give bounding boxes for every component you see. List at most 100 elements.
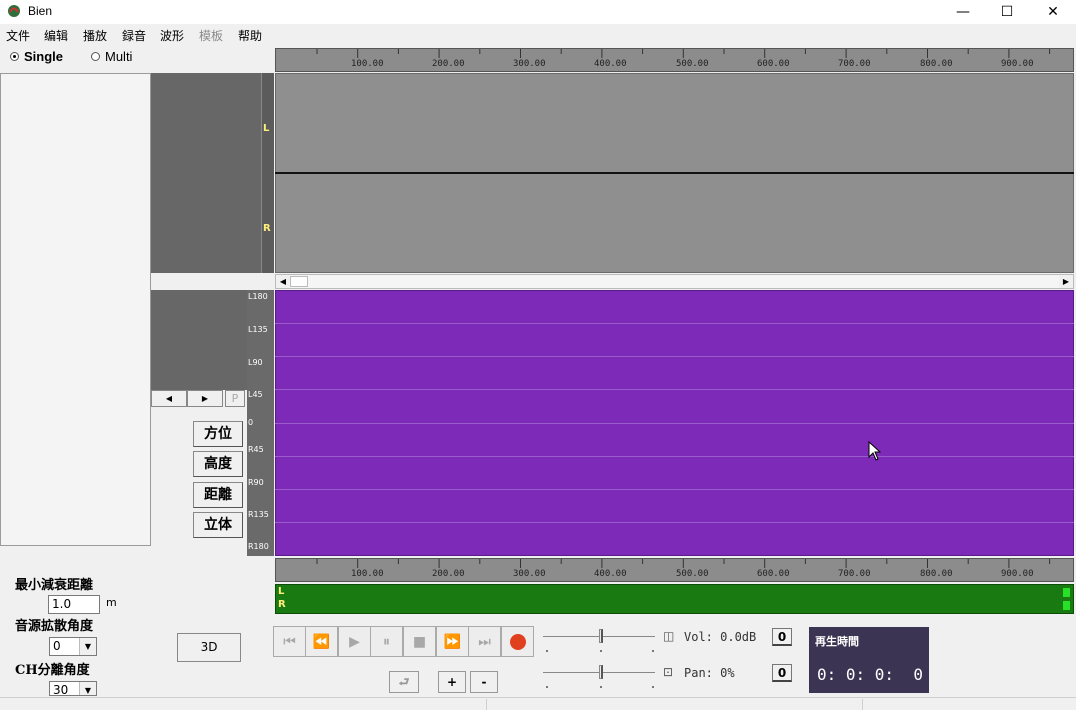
zoom-out-button[interactable]: - (470, 671, 498, 693)
slider-tick (652, 650, 654, 652)
stop-button[interactable]: ■ (403, 626, 436, 657)
record-icon (509, 633, 526, 650)
menu-edit[interactable]: 编辑 (44, 27, 68, 44)
menu-help[interactable]: 帮助 (238, 27, 262, 44)
menu-play[interactable]: 播放 (83, 27, 107, 44)
ruler-tick-label: 200.00 (432, 59, 465, 69)
pan-axis-label: R135 (248, 510, 269, 519)
menu-template[interactable]: 模板 (199, 27, 223, 44)
meter-left-led (1063, 588, 1070, 597)
pan-grid-line (275, 389, 1074, 390)
mode-multi-radio[interactable]: Multi (91, 49, 132, 64)
close-button[interactable]: ✕ (1030, 0, 1076, 24)
slider-tick (600, 650, 602, 652)
ruler-tick-label: 900.00 (1001, 59, 1034, 69)
ruler-tick-label: 400.00 (594, 59, 627, 69)
slider-tick (546, 686, 548, 688)
menu-record[interactable]: 録音 (122, 27, 146, 44)
loop-button[interactable]: ⮐ (389, 671, 419, 693)
spread-angle-label: 音源拡散角度 (15, 619, 94, 634)
pan-axis: L180 L135 L90 L45 0 R45 R90 R135 R180 (247, 290, 274, 556)
play-button[interactable]: ▶ (338, 626, 371, 657)
ruler-tick-label: 600.00 (757, 569, 790, 579)
mode-single-radio[interactable]: Single (10, 49, 63, 64)
ruler-tick-label: 800.00 (920, 59, 953, 69)
chevron-down-icon[interactable]: ▼ (79, 682, 96, 695)
chevron-down-icon[interactable]: ▼ (79, 638, 96, 655)
distance-button[interactable]: 距離 (193, 482, 243, 508)
ch-separation-select[interactable]: 30 ▼ (49, 681, 97, 696)
scroll-right-arrow-icon[interactable]: ▶ (1059, 275, 1073, 288)
time-ruler-top: 100.00 200.00 300.00 400.00 500.00 600.0… (275, 48, 1074, 72)
stereo-button[interactable]: 立体 (193, 512, 243, 538)
menu-file[interactable]: 文件 (6, 27, 30, 44)
pan-axis-label: L90 (248, 358, 263, 367)
pan-grid-line (275, 356, 1074, 357)
playtime-label: 再生時間 (815, 635, 859, 648)
volume-icon: ◫ (663, 629, 675, 643)
waveform-horizontal-scrollbar[interactable]: ◀ ▶ (275, 274, 1074, 289)
pan-grid-line (275, 323, 1074, 324)
pan-slider-knob[interactable] (599, 665, 603, 679)
ruler-tick-label: 200.00 (432, 569, 465, 579)
ruler-tick-label: 400.00 (594, 569, 627, 579)
rewind-button[interactable]: ⏪ (305, 626, 338, 657)
volume-slider-knob[interactable] (599, 629, 603, 643)
skip-start-icon: ⏮ (283, 633, 296, 650)
p-button[interactable]: P (225, 390, 245, 407)
ruler-tick-label: 100.00 (351, 59, 384, 69)
radio-selected-icon (10, 52, 19, 61)
ruler-tick-label: 900.00 (1001, 569, 1034, 579)
ruler-tick-label: 100.00 (351, 569, 384, 579)
ruler-tick-label: 600.00 (757, 59, 790, 69)
go-to-start-button[interactable]: ⏮ (273, 626, 306, 657)
ruler-tick-label: 500.00 (676, 59, 709, 69)
pan-axis-label: R180 (248, 542, 269, 551)
ch-separation-value: 30 (53, 683, 69, 696)
waveform-center-line (275, 172, 1074, 174)
fast-forward-button[interactable]: ⏩ (436, 626, 469, 657)
minimize-button[interactable]: — (940, 0, 986, 24)
pan-axis-label: R45 (248, 445, 264, 454)
prev-arrow-icon[interactable]: ◀ (151, 390, 187, 407)
next-arrow-icon[interactable]: ▶ (187, 390, 223, 407)
zoom-in-button[interactable]: + (438, 671, 466, 693)
rewind-icon: ⏪ (312, 633, 331, 650)
app-icon (8, 5, 20, 17)
volume-reset-button[interactable]: 0 (772, 628, 792, 646)
pause-button[interactable]: ⏸ (370, 626, 403, 657)
azimuth-button[interactable]: 方位 (193, 421, 243, 447)
view-3d-button[interactable]: 3D (177, 633, 241, 662)
pan-axis-label: 0 (248, 418, 254, 427)
record-button[interactable] (501, 626, 534, 657)
min-distance-input[interactable]: 1.0 (48, 595, 100, 614)
maximize-button[interactable]: ☐ (984, 0, 1030, 24)
pan-reset-button[interactable]: 0 (772, 664, 792, 682)
spread-angle-select[interactable]: 0 ▼ (49, 637, 97, 656)
pan-icon: ⊡ (663, 665, 674, 679)
mode-multi-label: Multi (105, 49, 133, 64)
min-distance-unit: m (106, 596, 117, 609)
ruler-ticks (316, 559, 1051, 568)
track-list[interactable] (0, 73, 151, 546)
mode-single-label: Single (24, 49, 64, 64)
window-title: Bien (28, 4, 53, 18)
elevation-button[interactable]: 高度 (193, 451, 243, 477)
meter-left-label: L (278, 586, 285, 597)
ch-separation-label: CH分離角度 (15, 663, 90, 678)
slider-tick (652, 686, 654, 688)
time-ruler-bottom: 100.00 200.00 300.00 400.00 500.00 600.0… (275, 558, 1074, 582)
scroll-thumb[interactable] (290, 276, 308, 287)
meter-right-label: R (278, 599, 286, 610)
ruler-tick-label: 300.00 (513, 569, 546, 579)
ruler-tick-label: 300.00 (513, 59, 546, 69)
play-icon: ▶ (349, 633, 360, 650)
slider-tick (600, 686, 602, 688)
scroll-left-arrow-icon[interactable]: ◀ (276, 275, 290, 288)
channel-right-label: R (263, 223, 271, 234)
menu-waveform[interactable]: 波形 (160, 27, 184, 44)
status-bar (0, 697, 1076, 710)
go-to-end-button[interactable]: ⏭ (468, 626, 501, 657)
level-meter: L R (275, 584, 1074, 614)
ruler-tick-label: 700.00 (838, 569, 871, 579)
